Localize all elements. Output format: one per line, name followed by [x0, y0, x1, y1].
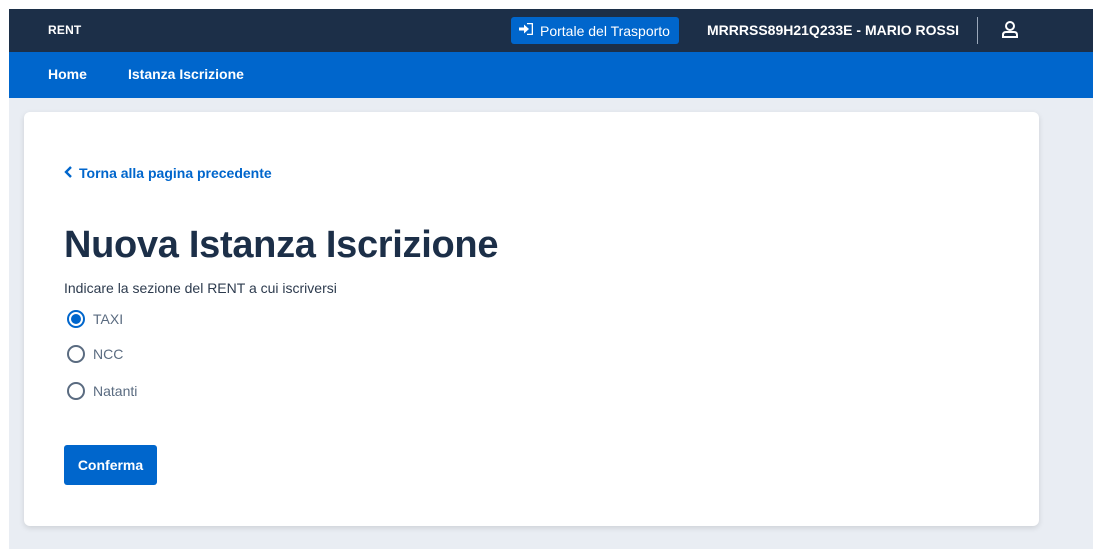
portal-trasporto-button[interactable]: Portale del Trasporto [511, 17, 679, 44]
confirm-button[interactable]: Conferma [64, 445, 157, 485]
radio-option-ncc[interactable]: NCC [67, 345, 123, 363]
page-title: Nuova Istanza Iscrizione [64, 224, 499, 266]
chevron-left-icon [64, 165, 73, 181]
portal-button-label: Portale del Trasporto [540, 22, 670, 39]
radio-label: NCC [93, 346, 124, 362]
content-card: Torna alla pagina precedente Nuova Istan… [24, 112, 1039, 526]
radio-button[interactable] [67, 345, 85, 363]
nav-item-istanza-iscrizione[interactable]: Istanza Iscrizione [128, 66, 244, 82]
header-divider [977, 17, 978, 44]
radio-option-taxi[interactable]: TAXI [67, 310, 123, 328]
sign-in-icon [519, 22, 534, 38]
app-title: RENT [48, 23, 82, 37]
back-link-label: Torna alla pagina precedente [79, 165, 272, 181]
user-icon[interactable] [999, 19, 1021, 41]
top-header: RENT Portale del Trasporto MRRRSS89H21Q2… [9, 9, 1093, 52]
main-navigation: Home Istanza Iscrizione [9, 52, 1093, 98]
radio-option-natanti[interactable]: Natanti [67, 382, 137, 400]
radio-label: Natanti [93, 383, 138, 399]
nav-item-home[interactable]: Home [48, 66, 87, 82]
radio-label: TAXI [93, 311, 124, 327]
user-identity: MRRRSS89H21Q233E - MARIO ROSSI [707, 22, 960, 38]
section-instruction: Indicare la sezione del RENT a cui iscri… [64, 280, 337, 296]
radio-button[interactable] [67, 382, 85, 400]
back-link[interactable]: Torna alla pagina precedente [64, 165, 272, 181]
radio-button-checked[interactable] [67, 310, 85, 328]
